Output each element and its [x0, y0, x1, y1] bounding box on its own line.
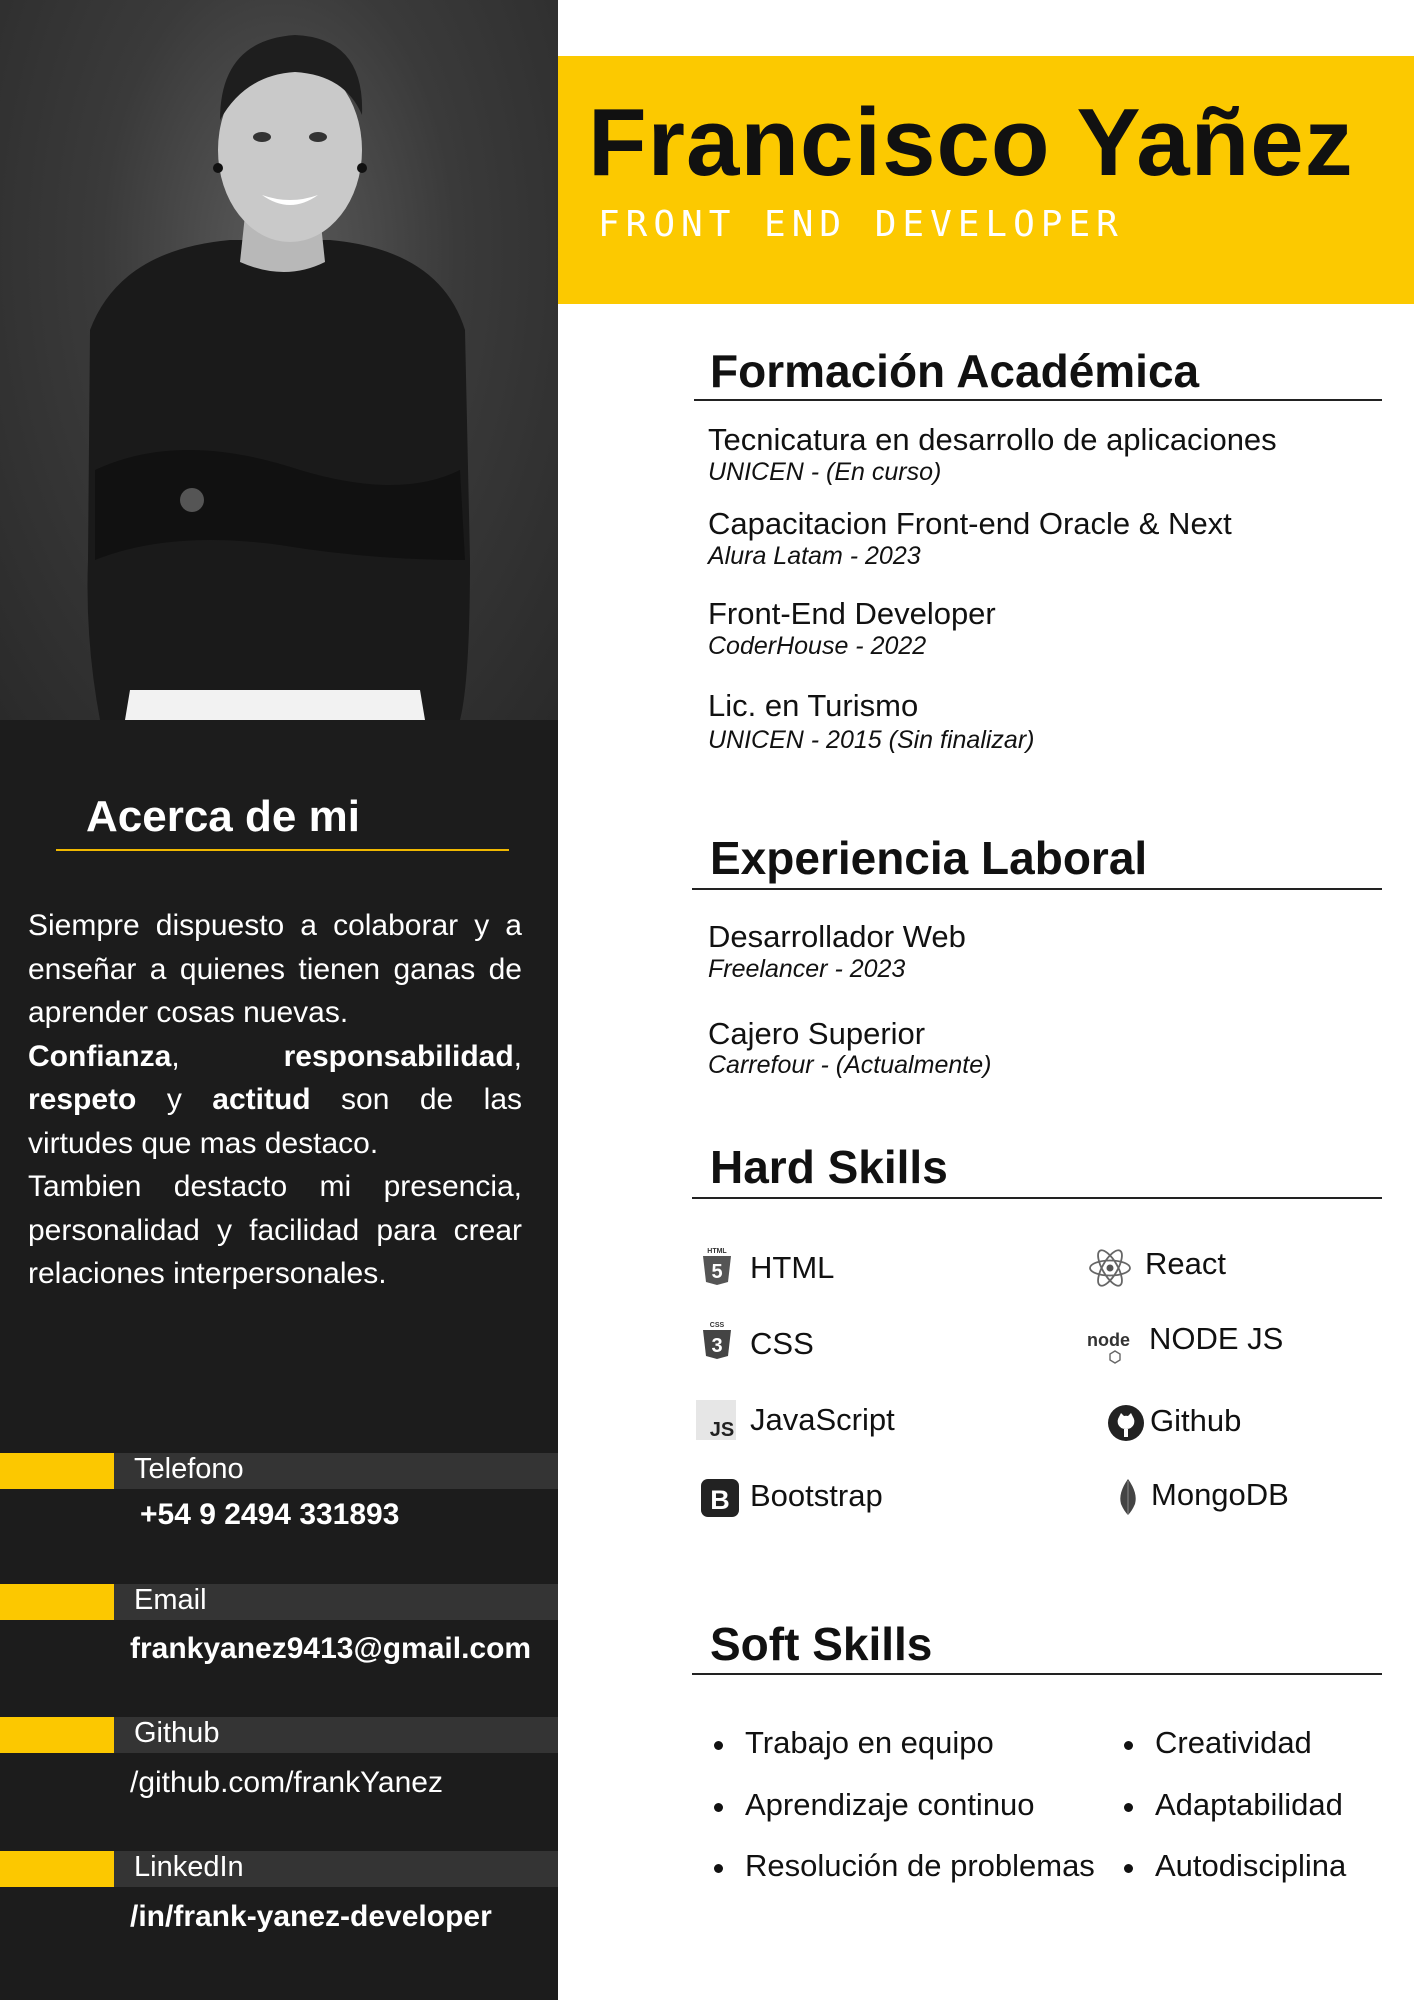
experience-title: Experiencia Laboral [710, 832, 1148, 884]
css3-icon: CSS 3 [703, 1322, 731, 1359]
contact-email-value[interactable]: frankyanez9413@gmail.com [130, 1632, 531, 1666]
skill-mongodb: MongoDB [1151, 1477, 1289, 1512]
experience-item-sub: Carrefour - (Actualmente) [708, 1051, 992, 1079]
bullet [714, 1803, 723, 1812]
experience-item-title: Cajero Superior [708, 1016, 926, 1051]
mongodb-icon [1120, 1479, 1136, 1515]
github-icon [1108, 1405, 1144, 1441]
experience-item-sub: Freelancer - 2023 [708, 955, 906, 983]
contact-github-value[interactable]: /github.com/frankYanez [130, 1766, 443, 1800]
about-virtue-4: actitud [212, 1083, 311, 1116]
svg-text:CSS: CSS [710, 1322, 725, 1329]
hard-skills-rule [692, 1197, 1382, 1199]
education-item-sub: UNICEN - 2015 (Sin finalizar) [708, 726, 1035, 754]
soft-skill-item: Resolución de problemas [745, 1848, 1095, 1883]
about-virtue-3: respeto [28, 1083, 137, 1116]
about-separator: y [136, 1083, 213, 1116]
bullet [1124, 1741, 1133, 1750]
contact-github-accent [0, 1717, 114, 1753]
javascript-icon: JS [696, 1400, 736, 1440]
soft-skills-rule [692, 1673, 1382, 1675]
svg-text:5: 5 [711, 1261, 722, 1283]
education-item-sub: CoderHouse - 2022 [708, 632, 927, 660]
skill-react: React [1145, 1246, 1226, 1281]
skill-html: HTML [750, 1250, 835, 1285]
contact-linkedin-value[interactable]: /in/frank-yanez-developer [130, 1900, 492, 1934]
about-separator: , [171, 1039, 284, 1073]
soft-skills-title: Soft Skills [710, 1618, 933, 1670]
skill-nodejs: NODE JS [1149, 1321, 1284, 1356]
education-title: Formación Académica [710, 345, 1200, 397]
experience-item-title: Desarrollador Web [708, 919, 966, 954]
profile-photo-illustration [87, 35, 470, 720]
education-item-title: Tecnicatura en desarrollo de aplicacione… [708, 422, 1277, 457]
svg-text:3: 3 [711, 1335, 722, 1357]
svg-text:JS: JS [710, 1419, 734, 1440]
contact-github-label: Github [134, 1717, 220, 1749]
contact-email-accent [0, 1584, 114, 1620]
about-paragraph-3: Tambien destacto mi presencia, personali… [28, 1170, 522, 1290]
about-separator: , [513, 1039, 522, 1073]
about-virtue-1: Confianza [28, 1039, 172, 1073]
about-divider [56, 849, 509, 851]
about-virtue-2: responsabilidad [283, 1039, 514, 1073]
education-item-sub: Alura Latam - 2023 [708, 542, 921, 570]
education-item-title: Capacitacion Front-end Oracle & Next [708, 506, 1232, 541]
bullet [714, 1741, 723, 1750]
bullet [1124, 1864, 1133, 1873]
nodejs-icon: node [1087, 1330, 1130, 1364]
bullet [714, 1864, 723, 1873]
contact-email-label: Email [134, 1584, 207, 1616]
about-text: Siempre dispuesto a colaborar y a enseña… [28, 904, 522, 1296]
contact-phone-label: Telefono [134, 1453, 244, 1485]
soft-skill-item: Autodisciplina [1155, 1848, 1347, 1883]
contact-phone-accent [0, 1453, 114, 1489]
profile-photo [0, 0, 558, 720]
soft-skill-item: Adaptabilidad [1155, 1787, 1343, 1822]
about-title: Acerca de mi [86, 792, 360, 841]
hard-skills-title: Hard Skills [710, 1141, 948, 1193]
experience-rule [692, 888, 1382, 890]
about-paragraph-1: Siempre dispuesto a colaborar y a enseña… [28, 909, 522, 1029]
contact-linkedin-label: LinkedIn [134, 1851, 244, 1883]
soft-skill-item: Aprendizaje continuo [745, 1787, 1035, 1822]
education-item-title: Front-End Developer [708, 596, 996, 631]
soft-skill-item: Creatividad [1155, 1725, 1312, 1760]
skill-bootstrap: Bootstrap [750, 1478, 883, 1513]
candidate-name: Francisco Yañez [588, 89, 1354, 196]
bullet [1124, 1803, 1133, 1812]
education-rule [694, 399, 1382, 401]
contact-phone-value[interactable]: +54 9 2494 331893 [140, 1498, 399, 1532]
svg-text:node: node [1087, 1330, 1130, 1350]
contact-linkedin-accent [0, 1851, 114, 1887]
skill-javascript: JavaScript [750, 1402, 895, 1437]
candidate-role: FRONT END DEVELOPER [598, 204, 1124, 245]
html5-icon: HTML 5 [703, 1248, 731, 1285]
education-item-title: Lic. en Turismo [708, 688, 919, 723]
svg-text:HTML: HTML [707, 1248, 727, 1255]
education-item-sub: UNICEN - (En curso) [708, 458, 942, 486]
react-icon [1089, 1249, 1131, 1287]
skill-github: Github [1150, 1403, 1242, 1438]
bootstrap-icon: B [701, 1479, 739, 1517]
soft-skill-item: Trabajo en equipo [745, 1725, 994, 1760]
skill-css: CSS [750, 1326, 814, 1361]
svg-text:B: B [710, 1485, 730, 1515]
